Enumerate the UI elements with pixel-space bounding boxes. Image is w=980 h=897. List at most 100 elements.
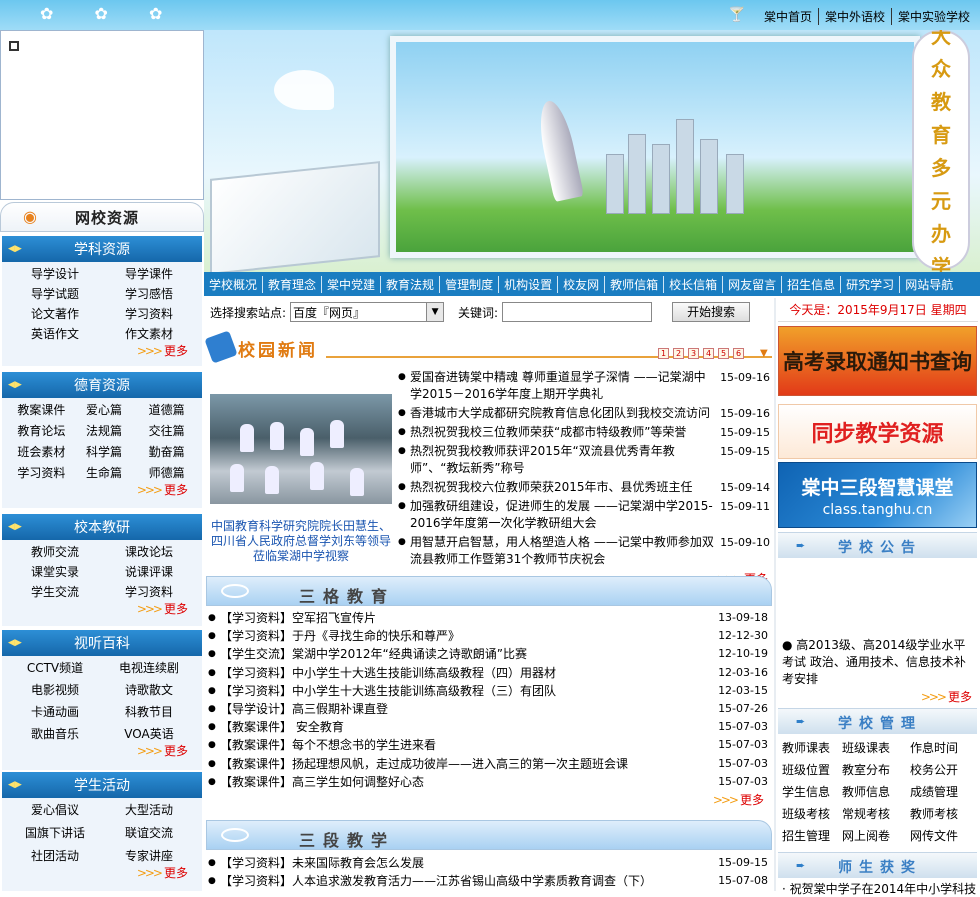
resource-link[interactable]: 诗歌散文 (102, 682, 196, 698)
nav-item[interactable]: 教育理念 (262, 275, 321, 293)
search-site-select[interactable]: 百度『网页』 ▼ (290, 302, 445, 322)
resource-link[interactable]: 说课评课 (102, 564, 196, 580)
nav-item[interactable]: 学校概况 (204, 276, 262, 293)
resource-link[interactable]: 勤奋篇 (135, 444, 198, 460)
more-link[interactable]: >>>更多 (208, 791, 768, 809)
smart-classroom-banner[interactable]: 棠中三段智慧课堂 class.tanghu.cn (778, 462, 977, 528)
mgmt-link[interactable]: 教师考核 (910, 806, 976, 823)
sync-resources-banner[interactable]: 同步教学资源 (778, 404, 977, 459)
resource-link[interactable]: 学习资料 (102, 306, 196, 322)
search-button[interactable]: 开始搜索 (672, 302, 751, 322)
list-row[interactable]: ● 【学习资料】未来国际教育会怎么发展 15-09-15 (208, 854, 768, 872)
more-link[interactable]: >>>更多 (2, 864, 202, 882)
more-link[interactable]: >>>更多 (2, 742, 202, 760)
list-row[interactable]: ● 【学习资料】人本追求激发教育活力——江苏省锡山高级中学素质教育调查（下） 15-… (208, 872, 768, 890)
nav-item[interactable]: 机构设置 (498, 275, 557, 293)
news-row[interactable]: ● 热烈祝贺我校三位教师荣获“成都市特级教师”等荣誉 15-09-15 (398, 424, 770, 441)
nav-item[interactable]: 招生信息 (781, 275, 840, 293)
mgmt-link[interactable]: 班级考核 (782, 806, 842, 823)
resource-link[interactable]: 国旗下讲话 (8, 825, 102, 841)
list-row[interactable]: ● 【学习资料】空军招飞宣传片 13-09-18 (208, 609, 768, 627)
news-photo-caption[interactable]: 中国教育科学研究院院长田慧生、四川省人民政府总督学刘东等领导莅临棠湖中学视察 (210, 519, 392, 564)
list-row[interactable]: ● 【教案课件】扬起理想风帆，走过成功彼岸——进入高三的第一次主题班会课 15-07… (208, 755, 768, 773)
nav-item[interactable]: 教师信箱 (604, 275, 663, 293)
more-link[interactable]: >>>更多 (2, 342, 202, 360)
resource-link[interactable]: 科教节目 (102, 704, 196, 720)
resource-link[interactable]: 师德篇 (135, 465, 198, 481)
resource-link[interactable]: 专家讲座 (102, 848, 196, 864)
news-row[interactable]: ● 加强教研组建设，促进师生的发展 ——记棠湖中学2015-2016学年度第一次化… (398, 498, 770, 532)
resource-link[interactable]: VOA英语 (102, 726, 196, 742)
nav-item[interactable]: 校友网 (557, 275, 604, 293)
resource-link[interactable]: 爱心倡议 (8, 802, 102, 818)
resource-link[interactable]: 社团活动 (8, 848, 102, 864)
page-button[interactable]: 3 (688, 348, 699, 359)
news-row[interactable]: ● 热烈祝贺我校六位教师荣获2015年市、县优秀班主任 15-09-14 (398, 479, 770, 496)
resource-link[interactable]: 导学设计 (8, 266, 102, 282)
resource-link[interactable]: 课改论坛 (102, 544, 196, 560)
list-row[interactable]: ● 【教案课件】高三学生如何调整好心态 15-07-03 (208, 773, 768, 791)
resource-link[interactable]: 课堂实录 (8, 564, 102, 580)
resource-link[interactable]: 导学课件 (102, 266, 196, 282)
mgmt-link[interactable]: 学生信息 (782, 784, 842, 801)
resource-link[interactable]: 大型活动 (102, 802, 196, 818)
mgmt-link[interactable]: 教师信息 (842, 784, 910, 801)
resource-link[interactable]: 联谊交流 (102, 825, 196, 841)
mgmt-link[interactable]: 班级课表 (842, 740, 910, 757)
resource-link[interactable]: 作文素材 (102, 326, 196, 342)
news-row[interactable]: ● 香港城市大学成都研究院教育信息化团队到我校交流访问 15-09-16 (398, 405, 770, 422)
nav-item[interactable]: 管理制度 (439, 275, 498, 293)
mgmt-link[interactable]: 校务公开 (910, 762, 976, 779)
mgmt-link[interactable]: 教师课表 (782, 740, 842, 757)
resource-link[interactable]: 生命篇 (73, 465, 136, 481)
resource-link[interactable]: 电视连续剧 (102, 660, 196, 676)
mgmt-link[interactable]: 作息时间 (910, 740, 976, 757)
mgmt-link[interactable]: 班级位置 (782, 762, 842, 779)
mgmt-link[interactable]: 招生管理 (782, 828, 842, 845)
mgmt-link[interactable]: 网传文件 (910, 828, 976, 845)
resource-link[interactable]: 教案课件 (10, 402, 73, 418)
page-button[interactable]: 1 (658, 348, 669, 359)
more-link[interactable]: >>>更多 (778, 688, 976, 706)
more-link[interactable]: >>>更多 (2, 481, 202, 499)
page-button[interactable]: 5 (718, 348, 729, 359)
resource-link[interactable]: 科学篇 (73, 444, 136, 460)
nav-item[interactable]: 网站导航 (899, 275, 958, 293)
news-photo[interactable] (210, 394, 392, 504)
top-link-home[interactable]: 棠中首页 (758, 8, 818, 25)
news-row[interactable]: ● 爱国奋进铸棠中精魂 尊师重道显学子深情 ——记棠湖中学2015－2016学年度… (398, 369, 770, 403)
page-button[interactable]: 6 (733, 348, 744, 359)
resource-link[interactable]: 爱心篇 (73, 402, 136, 418)
resource-link[interactable]: 班会素材 (10, 444, 73, 460)
resource-link[interactable]: 教育论坛 (10, 423, 73, 439)
top-link-foreign-school[interactable]: 棠中外语校 (817, 8, 891, 25)
resource-link[interactable]: 英语作文 (8, 326, 102, 342)
mgmt-link[interactable]: 教室分布 (842, 762, 910, 779)
resource-link[interactable]: 歌曲音乐 (8, 726, 102, 742)
resource-link[interactable]: 学习资料 (102, 584, 196, 600)
list-row[interactable]: ● 【学生交流】棠湖中学2012年“经典诵读之诗歌朗诵”比赛 12-10-19 (208, 645, 768, 663)
top-link-experimental-school[interactable]: 棠中实验学校 (890, 8, 976, 25)
news-row[interactable]: ● 用智慧开启智慧，用人格塑造人格 ——记棠中教师参加双流县教师工作暨第31个教师… (398, 534, 770, 568)
nav-item[interactable]: 教育法规 (380, 275, 439, 293)
list-row[interactable]: ● 【导学设计】高三假期补课直登 15-07-26 (208, 700, 768, 718)
resource-link[interactable]: 导学试题 (8, 286, 102, 302)
resource-link[interactable]: 学习感悟 (102, 286, 196, 302)
nav-item[interactable]: 网友留言 (722, 275, 781, 293)
mgmt-link[interactable]: 常规考核 (842, 806, 910, 823)
award-item[interactable]: · 祝贺棠中学子在2014年中小学科技 (782, 880, 978, 897)
resource-link[interactable]: 卡通动画 (8, 704, 102, 720)
resource-link[interactable]: 电影视频 (8, 682, 102, 698)
resource-link[interactable]: 道德篇 (135, 402, 198, 418)
resource-link[interactable]: 学习资料 (10, 465, 73, 481)
nav-item[interactable]: 研究学习 (840, 275, 899, 293)
mgmt-link[interactable]: 网上阅卷 (842, 828, 910, 845)
list-row[interactable]: ● 【学习资料】于丹《寻找生命的快乐和尊严》 12-12-30 (208, 627, 768, 645)
mgmt-link[interactable]: 成绩管理 (910, 784, 976, 801)
nav-item[interactable]: 校长信箱 (663, 275, 722, 293)
page-button[interactable]: 2 (673, 348, 684, 359)
resource-link[interactable]: 论文著作 (8, 306, 102, 322)
list-row[interactable]: ● 【学习资料】中小学生十大逃生技能训练高级教程（三）有团队 12-03-15 (208, 682, 768, 700)
more-link[interactable]: >>>更多 (2, 600, 202, 618)
resource-link[interactable]: CCTV频道 (8, 660, 102, 676)
